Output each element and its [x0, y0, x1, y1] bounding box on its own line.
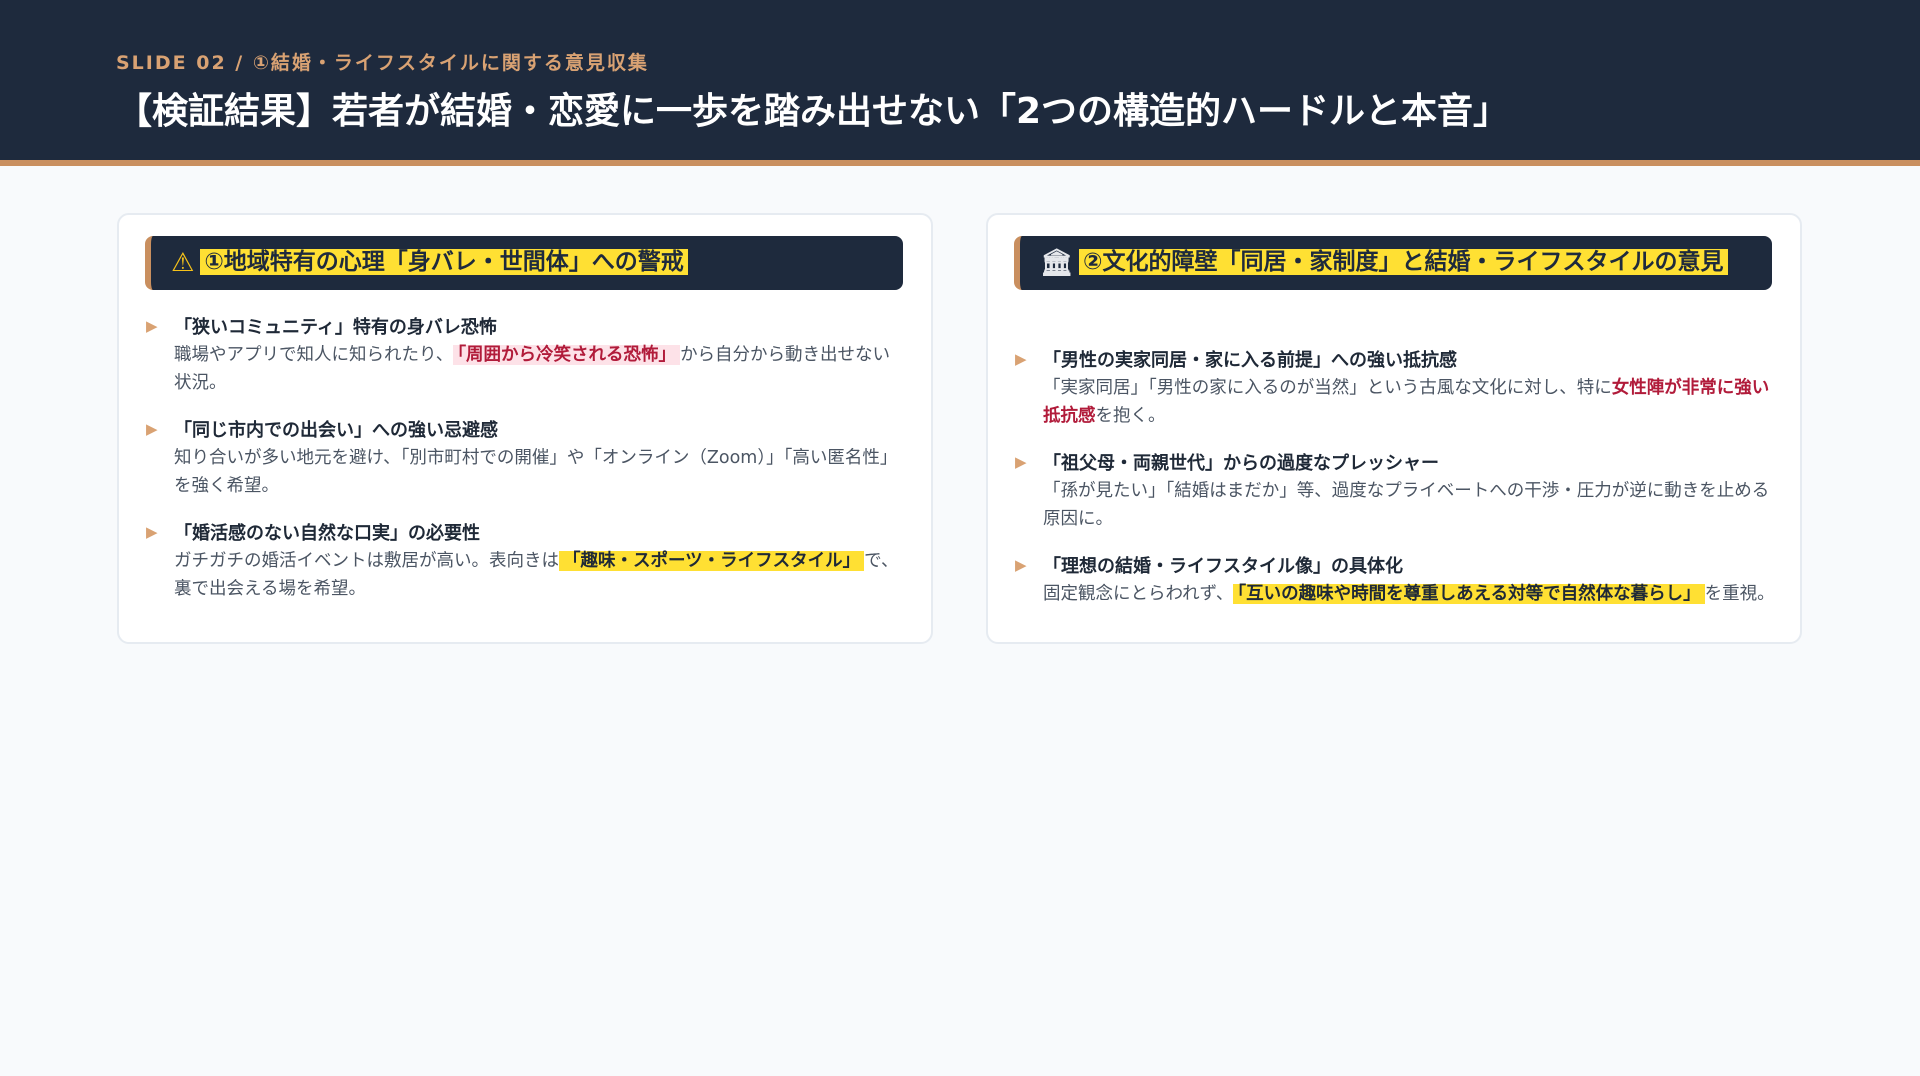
item-title: 「男性の実家同居・家に入る前提」への強い抵抗感: [1043, 350, 1457, 371]
item-body: ガチガチの婚活イベントは敷居が高い。表向きは 「趣味・スポーツ・ライフスタイル」で…: [174, 551, 899, 599]
card-heading-text: ②文化的障壁「同居・家制度」と結婚・ライフスタイルの意見: [1079, 249, 1728, 275]
item-title: 「理想の結婚・ライフスタイル像」の具体化: [1043, 556, 1403, 577]
highlight-text: 「趣味・スポーツ・ライフスタイル」: [559, 551, 865, 571]
item-title: 「同じ市内での出会い」への強い忌避感: [174, 420, 498, 441]
triangle-bullet-icon: ▶: [146, 523, 158, 541]
card-item-list: ▶ 「狭いコミュニティ」特有の身バレ恐怖 職場やアプリで知人に知られたり、 「周囲…: [146, 315, 907, 624]
triangle-bullet-icon: ▶: [1015, 556, 1027, 574]
triangle-bullet-icon: ▶: [146, 317, 158, 335]
list-item: ▶ 「狭いコミュニティ」特有の身バレ恐怖 職場やアプリで知人に知られたり、 「周囲…: [146, 315, 907, 397]
list-item: ▶ 「理想の結婚・ライフスタイル像」の具体化 固定観念にとらわれず、 「互いの趣味…: [1015, 554, 1776, 608]
list-item: ▶ 「同じ市内での出会い」への強い忌避感 知り合いが多い地元を避け、「別市町村で…: [146, 418, 907, 500]
slide-label: SLIDE 02 / ①結婚・ライフスタイルに関する意見収集: [116, 52, 649, 74]
slide-header: SLIDE 02 / ①結婚・ライフスタイルに関する意見収集 【検証結果】若者が…: [0, 0, 1920, 166]
triangle-bullet-icon: ▶: [1015, 350, 1027, 368]
slide-title: 【検証結果】若者が結婚・恋愛に一歩を踏み出せない「2つの構造的ハードルと本音」: [116, 91, 1510, 132]
list-item: ▶ 「祖父母・両親世代」からの過度なプレッシャー 「孫が見たい」「結婚はまだか」…: [1015, 451, 1776, 533]
card-heading: ⚠ ①地域特有の心理「身バレ・世間体」への警戒: [145, 236, 903, 290]
item-body: 「実家同居」「男性の家に入るのが当然」という古風な文化に対し、特に女性陣が非常に…: [1043, 378, 1770, 426]
triangle-bullet-icon: ▶: [1015, 453, 1027, 471]
list-item: ▶ 「男性の実家同居・家に入る前提」への強い抵抗感 「実家同居」「男性の家に入る…: [1015, 348, 1776, 430]
list-item: ▶ 「婚活感のない自然な口実」の必要性 ガチガチの婚活イベントは敷居が高い。表向…: [146, 521, 907, 603]
item-body: 固定観念にとらわれず、 「互いの趣味や時間を尊重しあえる対等で自然体な暮らし」 を重…: [1043, 584, 1775, 604]
item-title: 「狭いコミュニティ」特有の身バレ恐怖: [174, 317, 497, 338]
item-title: 「婚活感のない自然な口実」の必要性: [174, 523, 480, 544]
item-body: 職場やアプリで知人に知られたり、 「周囲から冷笑される恐怖」 から自分から動き出せな…: [174, 345, 891, 393]
highlight-text: 「互いの趣味や時間を尊重しあえる対等で自然体な暮らし」: [1233, 584, 1705, 604]
bank-icon: 🏛: [1040, 248, 1074, 278]
item-title: 「祖父母・両親世代」からの過度なプレッシャー: [1043, 453, 1439, 474]
card-heading-text: ①地域特有の心理「身バレ・世間体」への警戒: [200, 249, 688, 275]
card-regional-psychology: ⚠ ①地域特有の心理「身バレ・世間体」への警戒 ▶ 「狭いコミュニティ」特有の身バ…: [117, 213, 933, 644]
card-item-list: ▶ 「男性の実家同居・家に入る前提」への強い抵抗感 「実家同居」「男性の家に入る…: [1015, 348, 1776, 629]
item-body: 「孫が見たい」「結婚はまだか」等、過度なプライベートへの干渉・圧力が逆に動きを止…: [1043, 481, 1770, 529]
card-heading: 🏛 ②文化的障壁「同居・家制度」と結婚・ライフスタイルの意見: [1014, 236, 1772, 290]
triangle-bullet-icon: ▶: [146, 420, 158, 438]
warning-icon: ⚠: [171, 248, 195, 278]
highlight-text: 「周囲から冷笑される恐怖」: [453, 345, 681, 365]
card-cultural-barrier: 🏛 ②文化的障壁「同居・家制度」と結婚・ライフスタイルの意見 ▶ 「男性の実家同居…: [986, 213, 1802, 644]
item-body: 知り合いが多い地元を避け、「別市町村での開催」や「オンライン（Zoom）」「高い…: [174, 448, 898, 496]
